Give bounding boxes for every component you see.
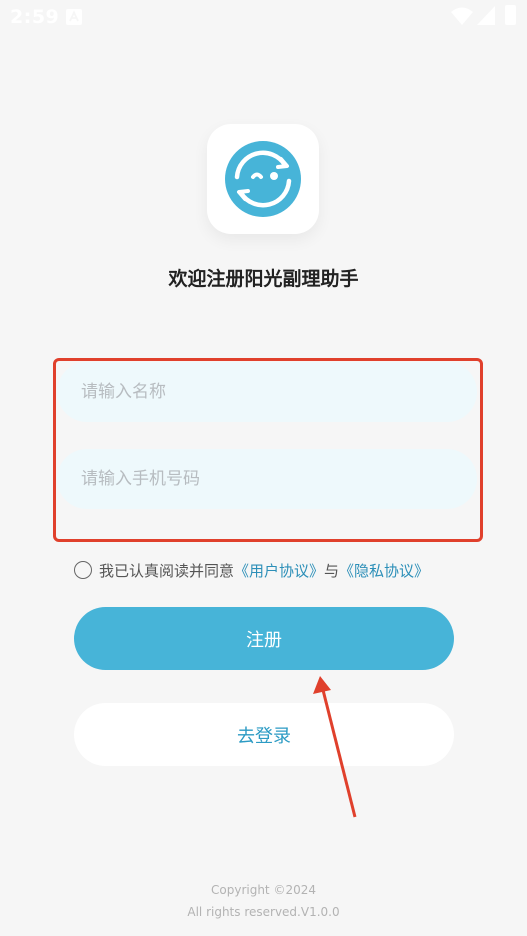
footer-copyright: Copyright ©2024 [211,883,316,897]
wifi-icon [451,7,473,25]
status-time: 2:59 [10,6,60,28]
battery-icon [505,5,516,25]
a-icon [66,9,82,25]
register-screen: 2:59 欢迎注册阳光副理助手 我已认真阅读并同意 《用户协议》 [0,0,527,936]
go-login-button[interactable]: 去登录 [74,703,454,766]
app-logo [207,124,319,234]
name-input[interactable] [57,362,477,422]
register-button[interactable]: 注册 [74,607,454,670]
smiling-face-icon [225,141,301,217]
agreement-row: 我已认真阅读并同意 《用户协议》 与 《隐私协议》 [74,559,429,581]
phone-input[interactable] [57,449,477,509]
agreement-prefix: 我已认真阅读并同意 [99,561,235,580]
user-agreement-link[interactable]: 《用户协议》 [234,560,324,581]
agreement-conjunction: 与 [324,561,340,580]
status-bar: 2:59 [0,0,527,34]
signal-icon [477,6,495,25]
privacy-agreement-link[interactable]: 《隐私协议》 [339,560,429,581]
welcome-title: 欢迎注册阳光副理助手 [168,268,359,290]
agree-radio[interactable] [74,561,92,579]
footer-rights: All rights reserved.V1.0.0 [187,905,340,919]
